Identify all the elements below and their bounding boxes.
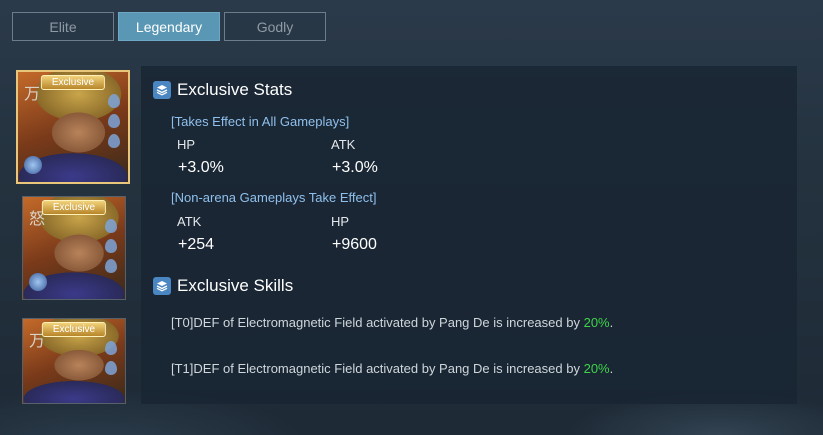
layers-icon	[153, 81, 171, 99]
stat-label: HP	[331, 214, 350, 229]
skill-suffix: .	[609, 315, 614, 330]
skill-text: [T0]DEF of Electromagnetic Field activat…	[171, 315, 584, 330]
skill-highlight-value: 20%	[583, 361, 610, 376]
stat-value: +254	[178, 236, 215, 253]
exclusive-badge: Exclusive	[41, 322, 107, 337]
skill-line-t1: [T1]DEF of Electromagnetic Field activat…	[171, 361, 613, 376]
tab-godly[interactable]: Godly	[224, 12, 326, 41]
flame-icon	[108, 94, 120, 108]
flame-icons	[108, 94, 120, 148]
exclusive-badge: Exclusive	[40, 75, 106, 90]
hero-portrait-selected[interactable]: 万 Exclusive	[16, 70, 130, 184]
flame-icon	[108, 114, 120, 128]
skill-highlight-value: 20%	[583, 315, 610, 330]
gem-icon	[24, 156, 42, 174]
skills-section-title: Exclusive Skills	[153, 276, 293, 296]
stat-label: ATK	[177, 214, 202, 229]
flame-icons	[105, 341, 117, 375]
stat-value: +9600	[332, 236, 377, 253]
flame-icon	[105, 259, 117, 273]
gem-icon	[29, 273, 47, 291]
flame-icon	[108, 134, 120, 148]
flame-icon	[105, 361, 117, 375]
hero-mark: 万	[24, 84, 41, 103]
condition-all-gameplays: [Takes Effect in All Gameplays]	[171, 114, 350, 129]
flame-icon	[105, 239, 117, 253]
skills-title-text: Exclusive Skills	[177, 276, 294, 295]
flame-icon	[105, 341, 117, 355]
skill-line-t0: [T0]DEF of Electromagnetic Field activat…	[171, 315, 613, 330]
stat-value: +3.0%	[332, 159, 378, 176]
flame-icon	[105, 219, 117, 233]
skill-suffix: .	[609, 361, 614, 376]
stats-title-text: Exclusive Stats	[177, 80, 293, 99]
flame-icons	[105, 219, 117, 273]
stat-label: ATK	[331, 137, 356, 152]
rarity-tabs: Elite Legendary Godly	[12, 12, 326, 41]
stat-value: +3.0%	[178, 159, 224, 176]
skill-text: [T1]DEF of Electromagnetic Field activat…	[171, 361, 584, 376]
tab-legendary[interactable]: Legendary	[118, 12, 220, 41]
layers-icon	[153, 277, 171, 295]
exclusive-info-panel: Exclusive Stats [Takes Effect in All Gam…	[141, 66, 797, 404]
condition-non-arena: [Non-arena Gameplays Take Effect]	[171, 190, 377, 205]
hero-portrait[interactable]: 怒 Exclusive	[22, 196, 126, 300]
hero-portrait[interactable]: 万 Exclusive	[22, 318, 126, 404]
stat-label: HP	[177, 137, 196, 152]
tab-elite[interactable]: Elite	[12, 12, 114, 41]
stats-section-title: Exclusive Stats	[153, 80, 292, 100]
exclusive-badge: Exclusive	[41, 200, 107, 215]
